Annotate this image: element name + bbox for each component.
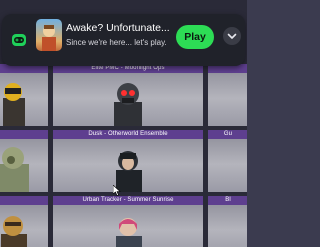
notification-banner[interactable]: Awake? Unfortunate... Since we're here..… (2, 14, 245, 66)
operator-figure (0, 144, 35, 192)
app-thumbnail (36, 19, 62, 51)
skin-title: Gu (208, 130, 247, 139)
skin-card[interactable]: Urban Tracker - Summer Sunrise (53, 196, 203, 247)
gamepad-icon (12, 34, 26, 46)
chevron-down-icon[interactable] (223, 27, 241, 45)
skin-card[interactable]: Elite PMC - Moonlight Ops (53, 64, 203, 126)
skin-title: Bl (208, 196, 247, 205)
notification-subtitle: Since we're here... let's play. (66, 38, 167, 47)
skin-title (0, 196, 48, 205)
operator-figure (0, 210, 35, 247)
cursor-icon (112, 183, 121, 196)
skin-grid: Elite PMC - Moonlight Ops Dusk - Otherwo… (0, 64, 247, 247)
skin-card[interactable]: Bl (208, 196, 247, 247)
skin-card[interactable]: Gu (208, 130, 247, 192)
skin-card[interactable]: Dusk - Otherworld Ensemble (53, 130, 203, 192)
play-button[interactable]: Play (176, 25, 214, 49)
skin-title (0, 130, 48, 139)
operator-figure (106, 210, 150, 247)
skin-title: Dusk - Otherworld Ensemble (53, 130, 203, 139)
screen: Elite PMC - Moonlight Ops Dusk - Otherwo… (0, 0, 247, 247)
skin-card[interactable] (0, 196, 48, 247)
skin-card[interactable] (0, 130, 48, 192)
operator-figure (0, 78, 35, 126)
operator-figure (106, 78, 150, 126)
skin-card[interactable] (208, 64, 247, 126)
notification-title: Awake? Unfortunate... (66, 22, 170, 34)
skin-title: Urban Tracker - Summer Sunrise (53, 196, 203, 205)
skin-card[interactable] (0, 64, 48, 126)
